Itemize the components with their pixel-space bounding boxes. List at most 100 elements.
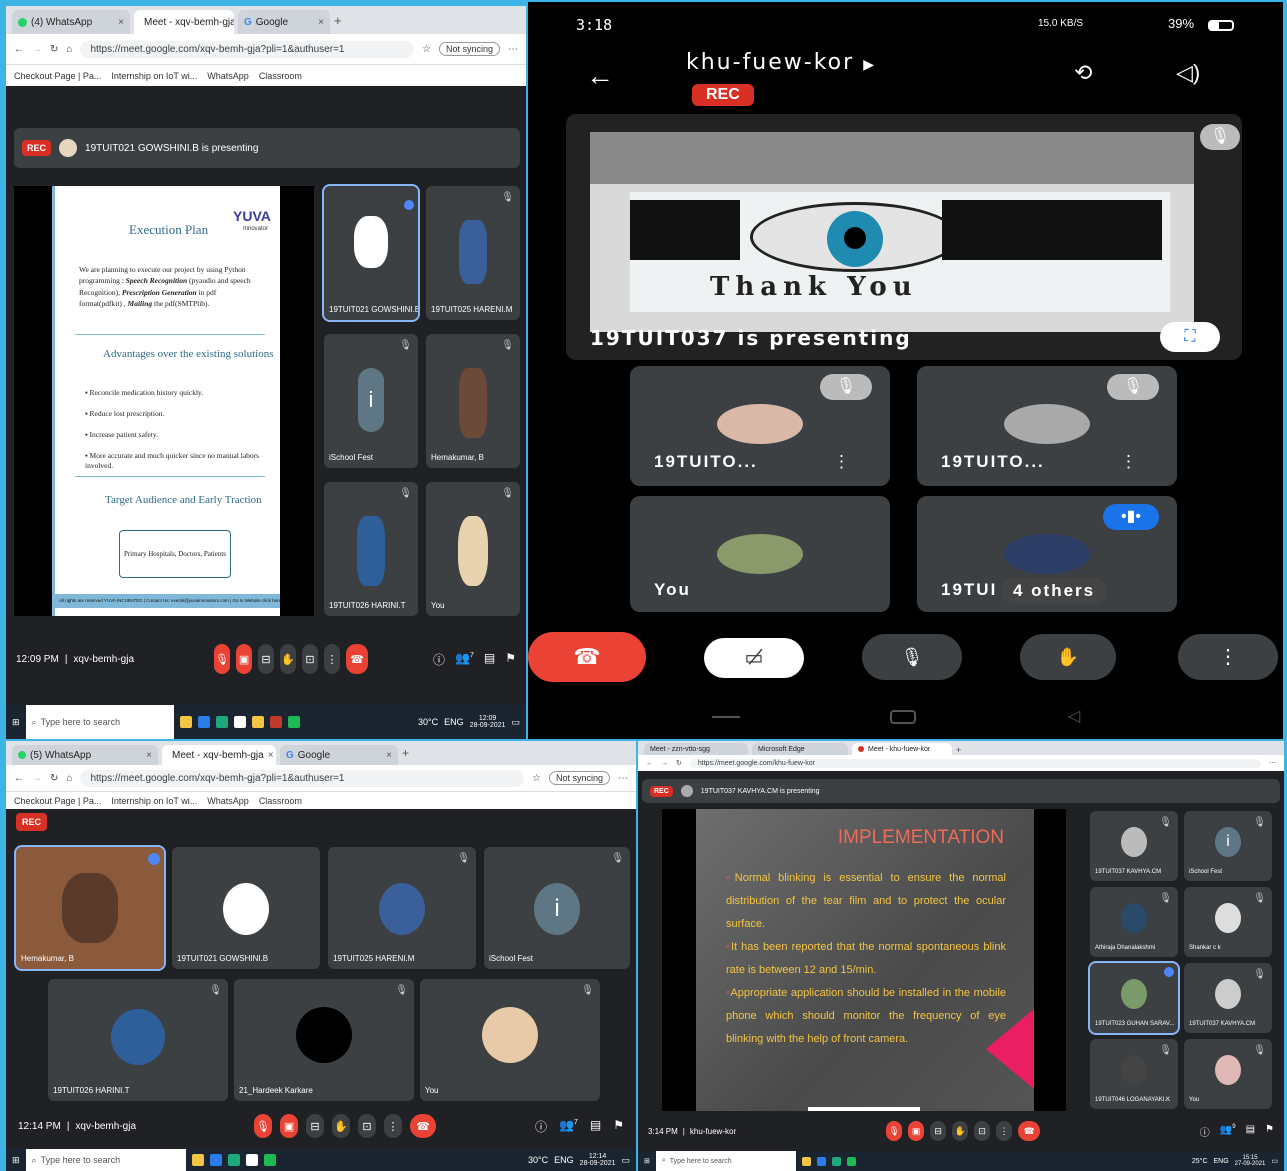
spotify-icon[interactable] xyxy=(263,1154,276,1166)
nav-home[interactable] xyxy=(890,710,916,724)
leave-call-button[interactable]: ☎ xyxy=(1018,1121,1041,1141)
participant-tile[interactable]: Hemakumar, B xyxy=(14,845,166,971)
participant-tile[interactable]: •▮• 19TUI 4 others xyxy=(917,496,1177,612)
edge-icon[interactable] xyxy=(831,1156,841,1166)
tab-meet[interactable]: Meet - khu-fuew-kor xyxy=(852,743,952,755)
word-icon[interactable] xyxy=(233,716,246,728)
tab-whatsapp[interactable]: (4) WhatsApp × xyxy=(12,10,130,34)
more-options-button[interactable]: ⋮ xyxy=(996,1121,1013,1141)
participant-tile[interactable]: 🎙 19TUIT037 KAVHYA.CM xyxy=(1184,963,1272,1033)
participant-tile[interactable]: i 🎙 iSchool Fest xyxy=(1184,811,1272,881)
close-icon[interactable]: × xyxy=(118,17,124,28)
tab-whatsapp[interactable]: (5) WhatsApp × xyxy=(12,745,158,765)
spotify-icon[interactable] xyxy=(846,1156,856,1166)
end-call-button[interactable]: ☎ xyxy=(528,632,646,682)
url-field[interactable]: https://meet.google.com/xqv-bemh-gja?pli… xyxy=(80,769,524,787)
notifications-icon[interactable]: ▭ xyxy=(511,717,520,728)
taskbar-search[interactable]: ⌕ Type here to search xyxy=(655,1151,796,1171)
back-icon[interactable]: ← xyxy=(646,760,653,767)
more-options-button[interactable]: ⋮ xyxy=(384,1114,403,1138)
store-icon[interactable] xyxy=(816,1156,826,1166)
participant-tile[interactable]: 🎙 You xyxy=(420,979,600,1101)
info-icon[interactable]: ⓘ xyxy=(535,1118,547,1135)
participant-tile[interactable]: 🎙 21_Hardeek Karkare xyxy=(234,979,414,1101)
store-icon[interactable] xyxy=(209,1154,222,1166)
camera-off-button[interactable]: ▣ xyxy=(908,1121,925,1141)
url-field[interactable]: https://meet.google.com/xqv-bemh-gja?pli… xyxy=(80,40,414,58)
speaker-icon[interactable]: ◁) xyxy=(1176,60,1200,86)
spotify-icon[interactable] xyxy=(287,716,300,728)
star-icon[interactable]: ☆ xyxy=(532,773,541,784)
mic-off-button[interactable]: 🎙 xyxy=(886,1121,903,1141)
bookmark-item[interactable]: WhatsApp xyxy=(207,796,249,806)
bookmark-item[interactable]: WhatsApp xyxy=(207,71,249,81)
leave-call-button[interactable]: ☎ xyxy=(346,644,369,674)
notifications-icon[interactable]: ▭ xyxy=(621,1155,630,1166)
windows-start-icon[interactable]: ⊞ xyxy=(644,1157,650,1165)
fullscreen-button[interactable]: ⛶ xyxy=(1160,322,1220,352)
participant-tile[interactable]: 🎙 19TUIT046 LOGANAYAKI.K xyxy=(1090,1039,1178,1109)
tab-meet[interactable]: Meet - xqv-bemh-gja× xyxy=(162,745,276,765)
close-icon[interactable]: × xyxy=(318,17,324,28)
edge-icon[interactable] xyxy=(215,716,228,728)
nav-recents[interactable] xyxy=(712,716,740,718)
back-icon[interactable]: ← xyxy=(14,44,24,55)
switch-camera-icon[interactable]: ⟲ xyxy=(1074,60,1092,86)
participant-tile[interactable]: 19TUIT021 GOWSHINI.B xyxy=(322,184,420,322)
forward-icon[interactable]: → xyxy=(661,760,668,767)
participant-tile[interactable]: 🎙 19TUIT025 HARENI.M xyxy=(426,186,520,320)
activities-icon[interactable]: ⚑ xyxy=(613,1118,624,1135)
close-icon[interactable]: × xyxy=(386,750,392,761)
home-icon[interactable]: ⌂ xyxy=(66,773,72,784)
chat-icon[interactable]: ▤ xyxy=(590,1118,601,1135)
people-icon[interactable]: 👥7 xyxy=(559,1118,578,1135)
participant-tile[interactable]: 🎙 19TUIT026 HARINI.T xyxy=(324,482,418,616)
tab-meet-other[interactable]: Meet - zzn-vtto-sgg xyxy=(644,743,748,755)
raise-hand-button[interactable]: ✋ xyxy=(1020,634,1116,680)
raise-hand-button[interactable]: ✋ xyxy=(280,644,297,674)
menu-icon[interactable]: ⋯ xyxy=(1269,759,1276,767)
windows-start-icon[interactable]: ⊞ xyxy=(12,717,20,728)
camera-off-button[interactable]: ▭̸ xyxy=(704,638,804,678)
reload-icon[interactable]: ↻ xyxy=(50,773,58,784)
mic-off-button[interactable]: 🎙 xyxy=(214,644,231,674)
file-explorer-icon[interactable] xyxy=(191,1154,204,1166)
chat-icon[interactable]: ▤ xyxy=(1246,1124,1255,1139)
more-options-icon[interactable] xyxy=(404,200,414,210)
word-icon[interactable] xyxy=(245,1154,258,1166)
participant-tile[interactable]: You xyxy=(630,496,890,612)
bookmark-item[interactable]: Classroom xyxy=(259,71,302,81)
close-icon[interactable]: × xyxy=(146,750,152,761)
room-name-row[interactable]: khu-fuew-kor ▶ xyxy=(686,50,876,75)
camera-off-button[interactable]: ▣ xyxy=(236,644,253,674)
participant-tile[interactable]: 🎙 Athiraja Dhanalakshmi xyxy=(1090,887,1178,957)
bookmark-item[interactable]: Internship on IoT wi... xyxy=(111,796,197,806)
participant-tile[interactable]: 🎙 19TUITO... ⋮ xyxy=(630,366,890,486)
participant-tile[interactable]: 🎙 Hemakumar, B xyxy=(426,334,520,468)
participant-tile[interactable]: 🎙 19TUIT026 HARINI.T xyxy=(48,979,228,1101)
new-tab-button[interactable]: + xyxy=(402,746,409,760)
sync-button[interactable]: Not syncing xyxy=(548,771,610,785)
tab-meet[interactable]: Meet - xqv-bemh-gja× xyxy=(134,10,234,34)
home-icon[interactable]: ⌂ xyxy=(66,44,72,55)
captions-button[interactable]: ⊟ xyxy=(258,644,275,674)
raise-hand-button[interactable]: ✋ xyxy=(332,1114,351,1138)
participant-tile[interactable]: 🎙 Shankar c k xyxy=(1184,887,1272,957)
more-options-icon[interactable]: ⋮ xyxy=(1120,452,1137,472)
bookmark-item[interactable]: Checkout Page | Pa... xyxy=(14,71,101,81)
present-button[interactable]: ⊡ xyxy=(358,1114,377,1138)
bookmark-item[interactable]: Checkout Page | Pa... xyxy=(14,796,101,806)
more-options-button[interactable]: ⋮ xyxy=(324,644,341,674)
chat-icon[interactable]: ▤ xyxy=(484,651,495,668)
mic-button[interactable]: 🎙 xyxy=(862,634,962,680)
more-options-icon[interactable]: ⋮ xyxy=(833,452,850,472)
reload-icon[interactable]: ↻ xyxy=(676,759,682,767)
menu-icon[interactable]: ⋯ xyxy=(618,773,628,784)
tab-google[interactable]: G Google × xyxy=(238,10,330,34)
star-icon[interactable]: ☆ xyxy=(422,44,431,55)
bookmark-item[interactable]: Classroom xyxy=(259,796,302,806)
participant-tile[interactable]: i 🎙 iSchool Fest xyxy=(484,847,630,969)
raise-hand-button[interactable]: ✋ xyxy=(952,1121,969,1141)
info-icon[interactable]: ⓘ xyxy=(433,651,445,668)
participant-tile[interactable]: 19TUIT021 GOWSHINI.B xyxy=(172,847,320,969)
